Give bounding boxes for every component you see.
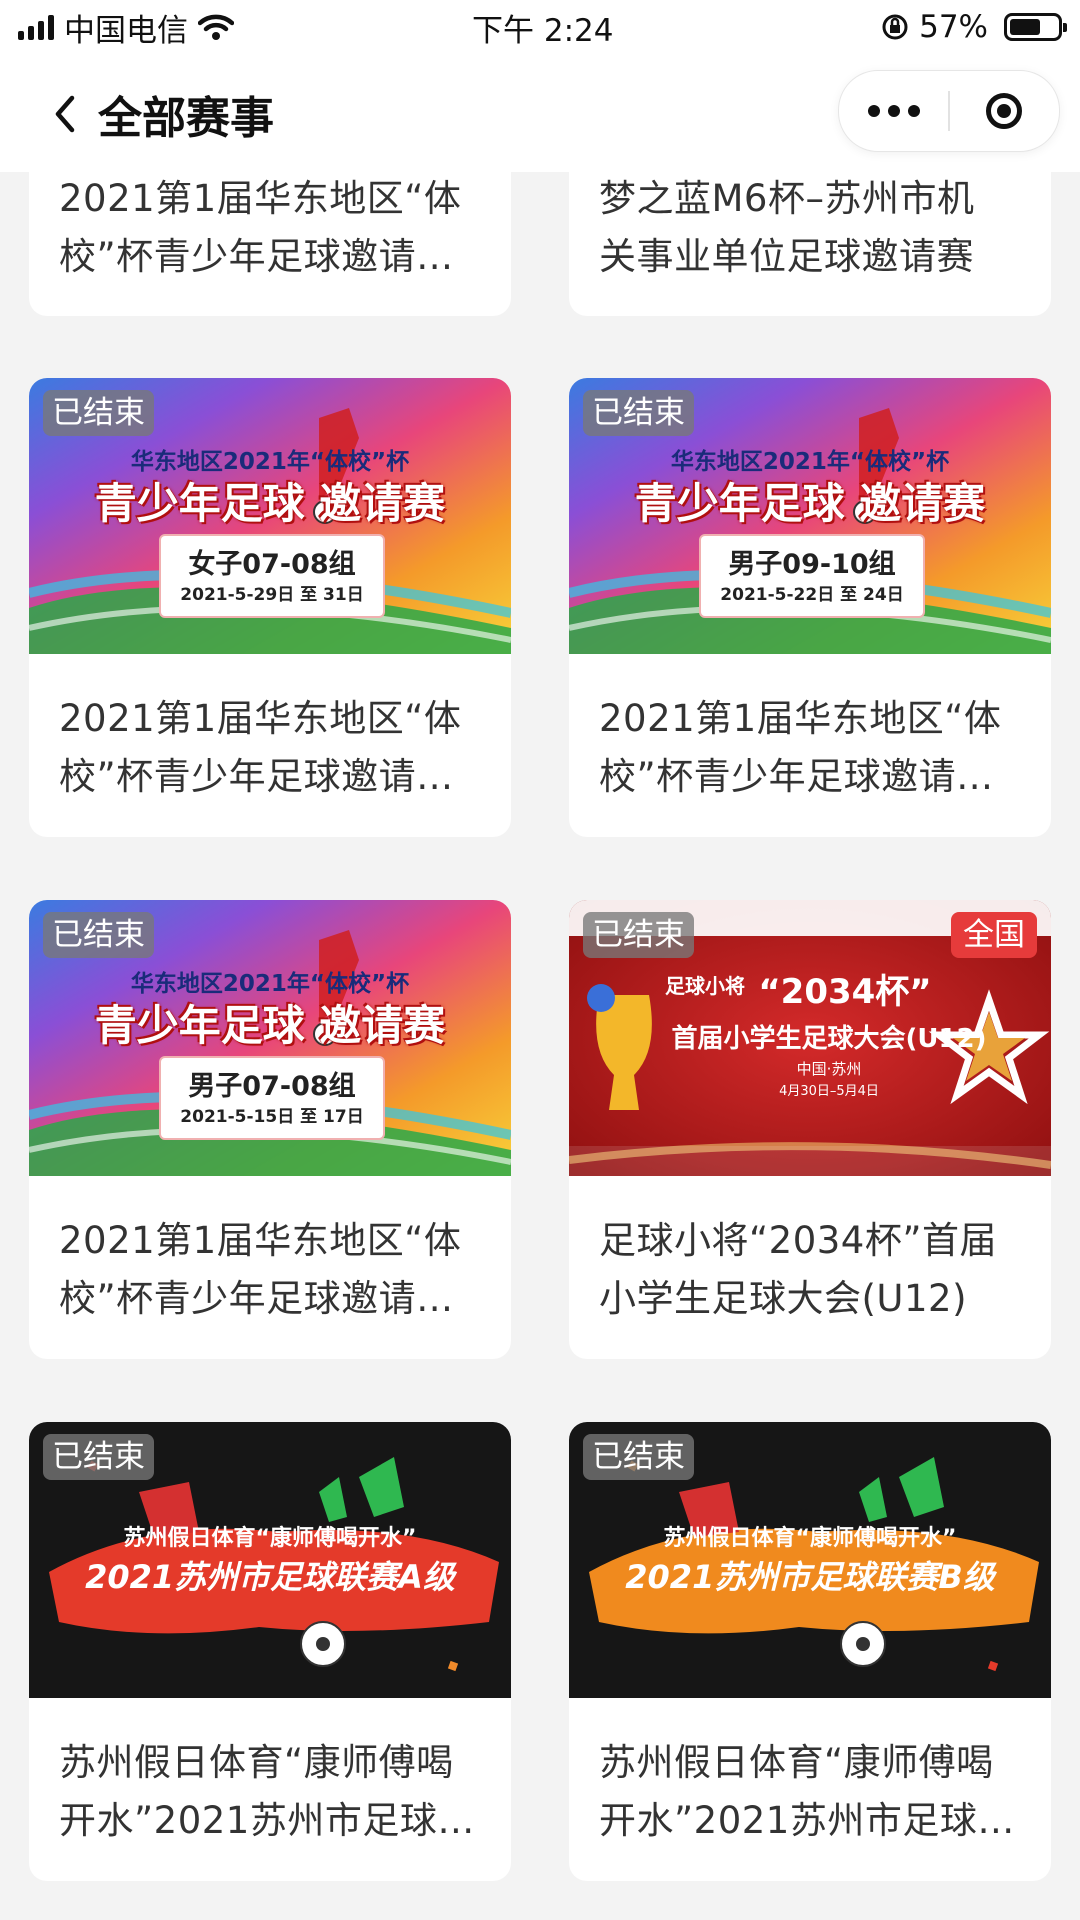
more-dot-icon bbox=[888, 105, 900, 117]
status-left: 中国电信 bbox=[18, 5, 234, 50]
status-badge: 已结束 bbox=[43, 1434, 154, 1480]
battery-icon bbox=[1004, 13, 1067, 41]
page-title: 全部赛事 bbox=[98, 93, 274, 144]
event-card[interactable]: 足球小将 “2034杯” 首届小学生足球大会(U12) 中国·苏州 4月30日–… bbox=[569, 900, 1051, 1359]
poster-cup: “2034杯” bbox=[758, 972, 932, 1012]
event-title: 2021第1届华东地区“体 校”杯青少年足球邀请… bbox=[59, 177, 462, 278]
region-badge: 全国 bbox=[951, 912, 1037, 958]
event-poster: 足球小将 “2034杯” 首届小学生足球大会(U12) 中国·苏州 4月30日–… bbox=[569, 900, 1051, 1176]
status-badge: 已结束 bbox=[583, 1434, 694, 1480]
poster-headline: 首届小学生足球大会(U12) bbox=[671, 1024, 987, 1054]
status-badge: 已结束 bbox=[583, 912, 694, 958]
poster-group: 女子07-08组 bbox=[188, 549, 356, 580]
carrier-label: 中国电信 bbox=[64, 12, 188, 49]
poster-group: 男子07-08组 bbox=[188, 1071, 356, 1102]
poster-headline: 2021苏州市足球联赛B级 bbox=[625, 1558, 995, 1596]
more-button[interactable] bbox=[839, 71, 949, 151]
poster-group-box: 男子07-08组 2021-5-15日 至 17日 bbox=[159, 1056, 385, 1140]
event-title: 2021第1届华东地区“体 校”杯青少年足球邀请… bbox=[59, 697, 462, 798]
status-time: 下午 2:24 bbox=[472, 12, 614, 49]
event-card[interactable]: 苏州假日体育“康师傅喝开水” 2021苏州市足球联赛A级 已结束 苏州假日体育“… bbox=[29, 1422, 511, 1881]
status-badge: 已结束 bbox=[43, 390, 154, 436]
poster-headline: 青少年足球 邀请赛 bbox=[634, 479, 986, 528]
event-title: 苏州假日体育“康师傅喝 开水”2021苏州市足球… bbox=[59, 1741, 475, 1842]
poster-subtitle: 苏州假日体育“康师傅喝开水” bbox=[663, 1526, 957, 1551]
event-card[interactable]: 华东地区2021年“体校”杯 青少年足球 邀请赛 男子09-10组 2021-5… bbox=[569, 378, 1051, 837]
status-right: 57% bbox=[881, 9, 1067, 45]
poster-group-box: 女子07-08组 2021-5-29日 至 31日 bbox=[159, 534, 385, 618]
battery-percent: 57% bbox=[919, 9, 988, 45]
event-poster: 华东地区2021年“体校”杯 青少年足球 邀请赛 女子07-08组 2021-5… bbox=[29, 378, 511, 654]
more-dot-icon bbox=[908, 105, 920, 117]
back-button[interactable] bbox=[48, 90, 88, 138]
poster-group: 男子09-10组 bbox=[728, 549, 896, 580]
event-title: 梦之蓝M6杯–苏州市机 关事业单位足球邀请赛 bbox=[599, 177, 975, 278]
poster-date: 2021-5-29日 至 31日 bbox=[180, 585, 364, 605]
event-poster: 华东地区2021年“体校”杯 青少年足球 邀请赛 男子07-08组 2021-5… bbox=[29, 900, 511, 1176]
event-card[interactable]: 华东地区2021年“体校”杯 青少年足球 邀请赛 男子07-08组 2021-5… bbox=[29, 900, 511, 1359]
chevron-left-icon bbox=[55, 95, 75, 133]
event-poster: 苏州假日体育“康师傅喝开水” 2021苏州市足球联赛B级 已结束 bbox=[569, 1422, 1051, 1698]
event-card[interactable]: 苏州假日体育“康师傅喝开水” 2021苏州市足球联赛B级 已结束 苏州假日体育“… bbox=[569, 1422, 1051, 1881]
nav-bar: 全部赛事 bbox=[0, 54, 1080, 172]
poster-date: 4月30日–5月4日 bbox=[779, 1084, 879, 1099]
more-dot-icon bbox=[868, 105, 880, 117]
event-title: 足球小将“2034杯”首届 小学生足球大会(U12) bbox=[599, 1219, 997, 1320]
poster-date: 2021-5-15日 至 17日 bbox=[180, 1107, 364, 1127]
status-badge: 已结束 bbox=[43, 912, 154, 958]
close-mini-program-button[interactable] bbox=[949, 71, 1059, 151]
poster-date: 2021-5-22日 至 24日 bbox=[720, 585, 904, 605]
poster-headline: 2021苏州市足球联赛A级 bbox=[85, 1558, 455, 1596]
event-poster: 华东地区2021年“体校”杯 青少年足球 邀请赛 男子09-10组 2021-5… bbox=[569, 378, 1051, 654]
target-icon bbox=[986, 93, 1022, 129]
signal-icon bbox=[18, 14, 54, 40]
event-card[interactable]: 华东地区2021年“体校”杯 青少年足球 邀请赛 女子07-08组 2021-5… bbox=[29, 378, 511, 837]
wifi-icon bbox=[198, 13, 234, 41]
poster-headline: 青少年足球 邀请赛 bbox=[94, 1001, 446, 1050]
rotation-lock-icon bbox=[881, 13, 909, 41]
mini-program-capsule bbox=[838, 70, 1060, 152]
event-title: 2021第1届华东地区“体 校”杯青少年足球邀请… bbox=[59, 1219, 462, 1320]
status-bar: 中国电信 下午 2:24 57% bbox=[0, 0, 1080, 54]
event-title: 苏州假日体育“康师傅喝 开水”2021苏州市足球… bbox=[599, 1741, 1015, 1842]
status-badge: 已结束 bbox=[583, 390, 694, 436]
event-poster: 苏州假日体育“康师傅喝开水” 2021苏州市足球联赛A级 已结束 bbox=[29, 1422, 511, 1698]
poster-subtitle: 苏州假日体育“康师傅喝开水” bbox=[123, 1526, 417, 1551]
poster-headline: 青少年足球 邀请赛 bbox=[94, 479, 446, 528]
event-title: 2021第1届华东地区“体 校”杯青少年足球邀请… bbox=[599, 697, 1002, 798]
poster-place: 中国·苏州 bbox=[796, 1060, 862, 1078]
poster-group-box: 男子09-10组 2021-5-22日 至 24日 bbox=[699, 534, 925, 618]
